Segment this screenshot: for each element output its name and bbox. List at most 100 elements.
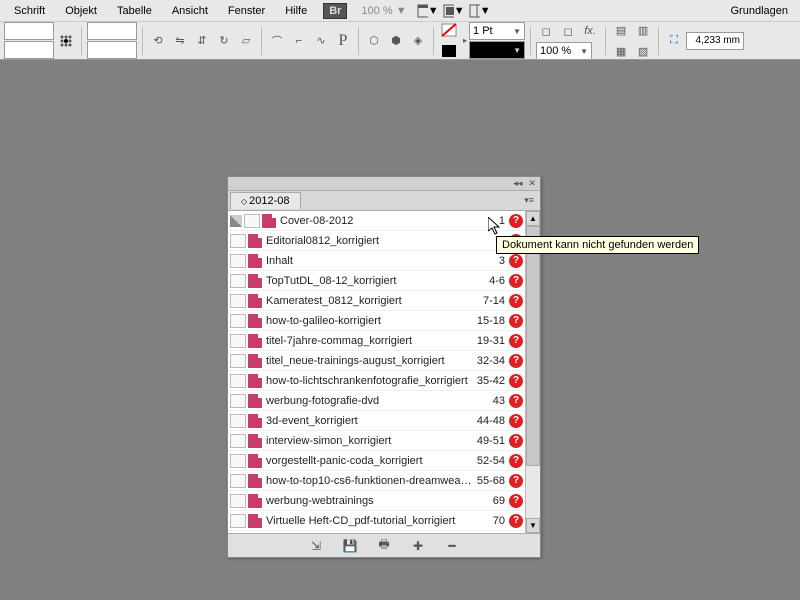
paragraph-icon[interactable]: P — [333, 31, 353, 51]
pathfinder-1-icon[interactable]: ⬡ — [364, 31, 384, 51]
screen-mode-icon[interactable]: ▼ — [443, 2, 465, 20]
no-stroke-icon[interactable] — [439, 20, 459, 40]
file-row[interactable]: TopTutDL_08-12_korrigiert4-6? — [228, 271, 525, 291]
warning-icon[interactable]: ? — [509, 474, 523, 488]
file-row[interactable]: Cover-08-20121? — [228, 211, 525, 231]
select-box[interactable] — [230, 294, 246, 308]
zoom-level[interactable]: 100 % ▼ — [361, 5, 406, 17]
warning-icon[interactable]: ? — [509, 214, 523, 228]
warning-icon[interactable]: ? — [509, 414, 523, 428]
stroke-style-combo[interactable]: ▼ — [469, 41, 525, 59]
file-row[interactable]: interview-simon_korrigiert49-51? — [228, 431, 525, 451]
select-box[interactable] — [230, 234, 246, 248]
text-wrap-2-icon[interactable]: ▥ — [633, 20, 653, 40]
swatch-arrow-icon[interactable]: ▸ — [463, 36, 467, 45]
sync-icon[interactable]: ⇲ — [308, 538, 324, 554]
fx-icon-2[interactable]: ◻ — [558, 21, 578, 41]
scroll-thumb[interactable] — [526, 226, 540, 466]
file-row[interactable]: titel-7jahre-commag_korrigiert19-31? — [228, 331, 525, 351]
file-row[interactable]: titel_neue-trainings-august_korrigiert32… — [228, 351, 525, 371]
print-icon[interactable]: 🖶 — [376, 538, 392, 554]
file-row[interactable]: how-to-top10-cs6-funktionen-dreamweave..… — [228, 471, 525, 491]
combo-2[interactable] — [4, 41, 54, 59]
file-row[interactable]: werbung-webtrainings69? — [228, 491, 525, 511]
scroll-down-icon[interactable]: ▼ — [526, 518, 540, 533]
warning-icon[interactable]: ? — [509, 294, 523, 308]
close-icon[interactable]: ✕ — [528, 178, 536, 189]
warning-icon[interactable]: ? — [509, 254, 523, 268]
rotate-cw-icon[interactable]: ↻ — [214, 31, 234, 51]
select-box[interactable] — [230, 274, 246, 288]
warning-icon[interactable]: ? — [509, 334, 523, 348]
shear-icon[interactable]: ▱ — [236, 31, 256, 51]
fx-label[interactable]: fx. — [580, 21, 600, 41]
fx-icon-1[interactable]: ◻ — [536, 21, 556, 41]
file-row[interactable]: Virtuelle Heft-CD_pdf-tutorial_korrigier… — [228, 511, 525, 531]
file-row[interactable]: werbung-fotografie-dvd43? — [228, 391, 525, 411]
combo-3[interactable] — [87, 22, 137, 40]
flip-v-icon[interactable]: ⇵ — [192, 31, 212, 51]
select-box[interactable] — [230, 314, 246, 328]
combo-4[interactable] — [87, 41, 137, 59]
ref-point-icon[interactable] — [56, 31, 76, 51]
text-wrap-1-icon[interactable]: ▤ — [611, 20, 631, 40]
scrollbar[interactable]: ▲ ▼ — [525, 211, 540, 533]
scroll-up-icon[interactable]: ▲ — [526, 211, 540, 226]
file-row[interactable]: how-to-lichtschrankenfotografie_korrigie… — [228, 371, 525, 391]
remove-icon[interactable]: ━ — [444, 538, 460, 554]
pathfinder-3-icon[interactable]: ◈ — [408, 31, 428, 51]
file-row[interactable]: Inhalt3? — [228, 251, 525, 271]
select-box[interactable] — [230, 374, 246, 388]
select-box[interactable] — [230, 254, 246, 268]
select-box[interactable] — [230, 414, 246, 428]
select-box[interactable] — [230, 494, 246, 508]
stroke-weight-combo[interactable]: 1 Pt▼ — [469, 22, 525, 40]
panel-titlebar[interactable]: ◂◂ ✕ — [228, 177, 540, 191]
select-box[interactable] — [230, 394, 246, 408]
menu-hilfe[interactable]: Hilfe — [275, 2, 317, 20]
rotate-icon[interactable]: ⟲ — [148, 31, 168, 51]
select-box[interactable] — [230, 474, 246, 488]
menu-ansicht[interactable]: Ansicht — [162, 2, 218, 20]
menu-schrift[interactable]: Schrift — [4, 2, 55, 20]
menu-objekt[interactable]: Objekt — [55, 2, 107, 20]
select-box[interactable] — [230, 334, 246, 348]
select-box[interactable] — [230, 454, 246, 468]
file-row[interactable]: how-to-galileo-korrigiert15-18? — [228, 311, 525, 331]
flip-h-icon[interactable]: ⇋ — [170, 31, 190, 51]
file-row[interactable]: vorgestellt-panic-coda_korrigiert52-54? — [228, 451, 525, 471]
panel-menu-icon[interactable]: ▾≡ — [518, 195, 540, 206]
file-row[interactable]: Kameratest_0812_korrigiert7-14? — [228, 291, 525, 311]
warning-icon[interactable]: ? — [509, 354, 523, 368]
view-options-icon[interactable]: ▼ — [417, 2, 439, 20]
collapse-icon[interactable]: ◂◂ — [513, 178, 522, 189]
warning-icon[interactable]: ? — [509, 274, 523, 288]
select-box[interactable] — [230, 434, 246, 448]
warning-icon[interactable]: ? — [509, 514, 523, 528]
add-icon[interactable]: ✚ — [410, 538, 426, 554]
measurement-input[interactable] — [686, 32, 744, 50]
warning-icon[interactable]: ? — [509, 394, 523, 408]
combo-1[interactable] — [4, 22, 54, 40]
menu-tabelle[interactable]: Tabelle — [107, 2, 162, 20]
select-box[interactable] — [244, 214, 260, 228]
arrange-icon[interactable]: ▼ — [469, 2, 491, 20]
convert-point-icon[interactable]: ⌒ — [267, 31, 287, 51]
warning-icon[interactable]: ? — [509, 494, 523, 508]
file-row[interactable]: Editorial0812_korrigiert2? — [228, 231, 525, 251]
opacity-combo[interactable]: 100 %▼ — [536, 42, 592, 60]
file-row[interactable]: 3d-event_korrigiert44-48? — [228, 411, 525, 431]
corner-icon[interactable]: ⌐ — [289, 31, 309, 51]
warning-icon[interactable]: ? — [509, 454, 523, 468]
crop-icon[interactable]: ⛶ — [664, 31, 684, 51]
text-wrap-3-icon[interactable]: ▦ — [611, 41, 631, 61]
panel-tab[interactable]: ◇2012-08 — [230, 192, 301, 209]
workspace-switcher[interactable]: Grundlagen — [723, 2, 797, 20]
warning-icon[interactable]: ? — [509, 434, 523, 448]
select-box[interactable] — [230, 514, 246, 528]
warning-icon[interactable]: ? — [509, 374, 523, 388]
menu-fenster[interactable]: Fenster — [218, 2, 275, 20]
fill-icon[interactable] — [439, 41, 459, 61]
save-icon[interactable]: 💾 — [342, 538, 358, 554]
pathfinder-2-icon[interactable]: ⬢ — [386, 31, 406, 51]
